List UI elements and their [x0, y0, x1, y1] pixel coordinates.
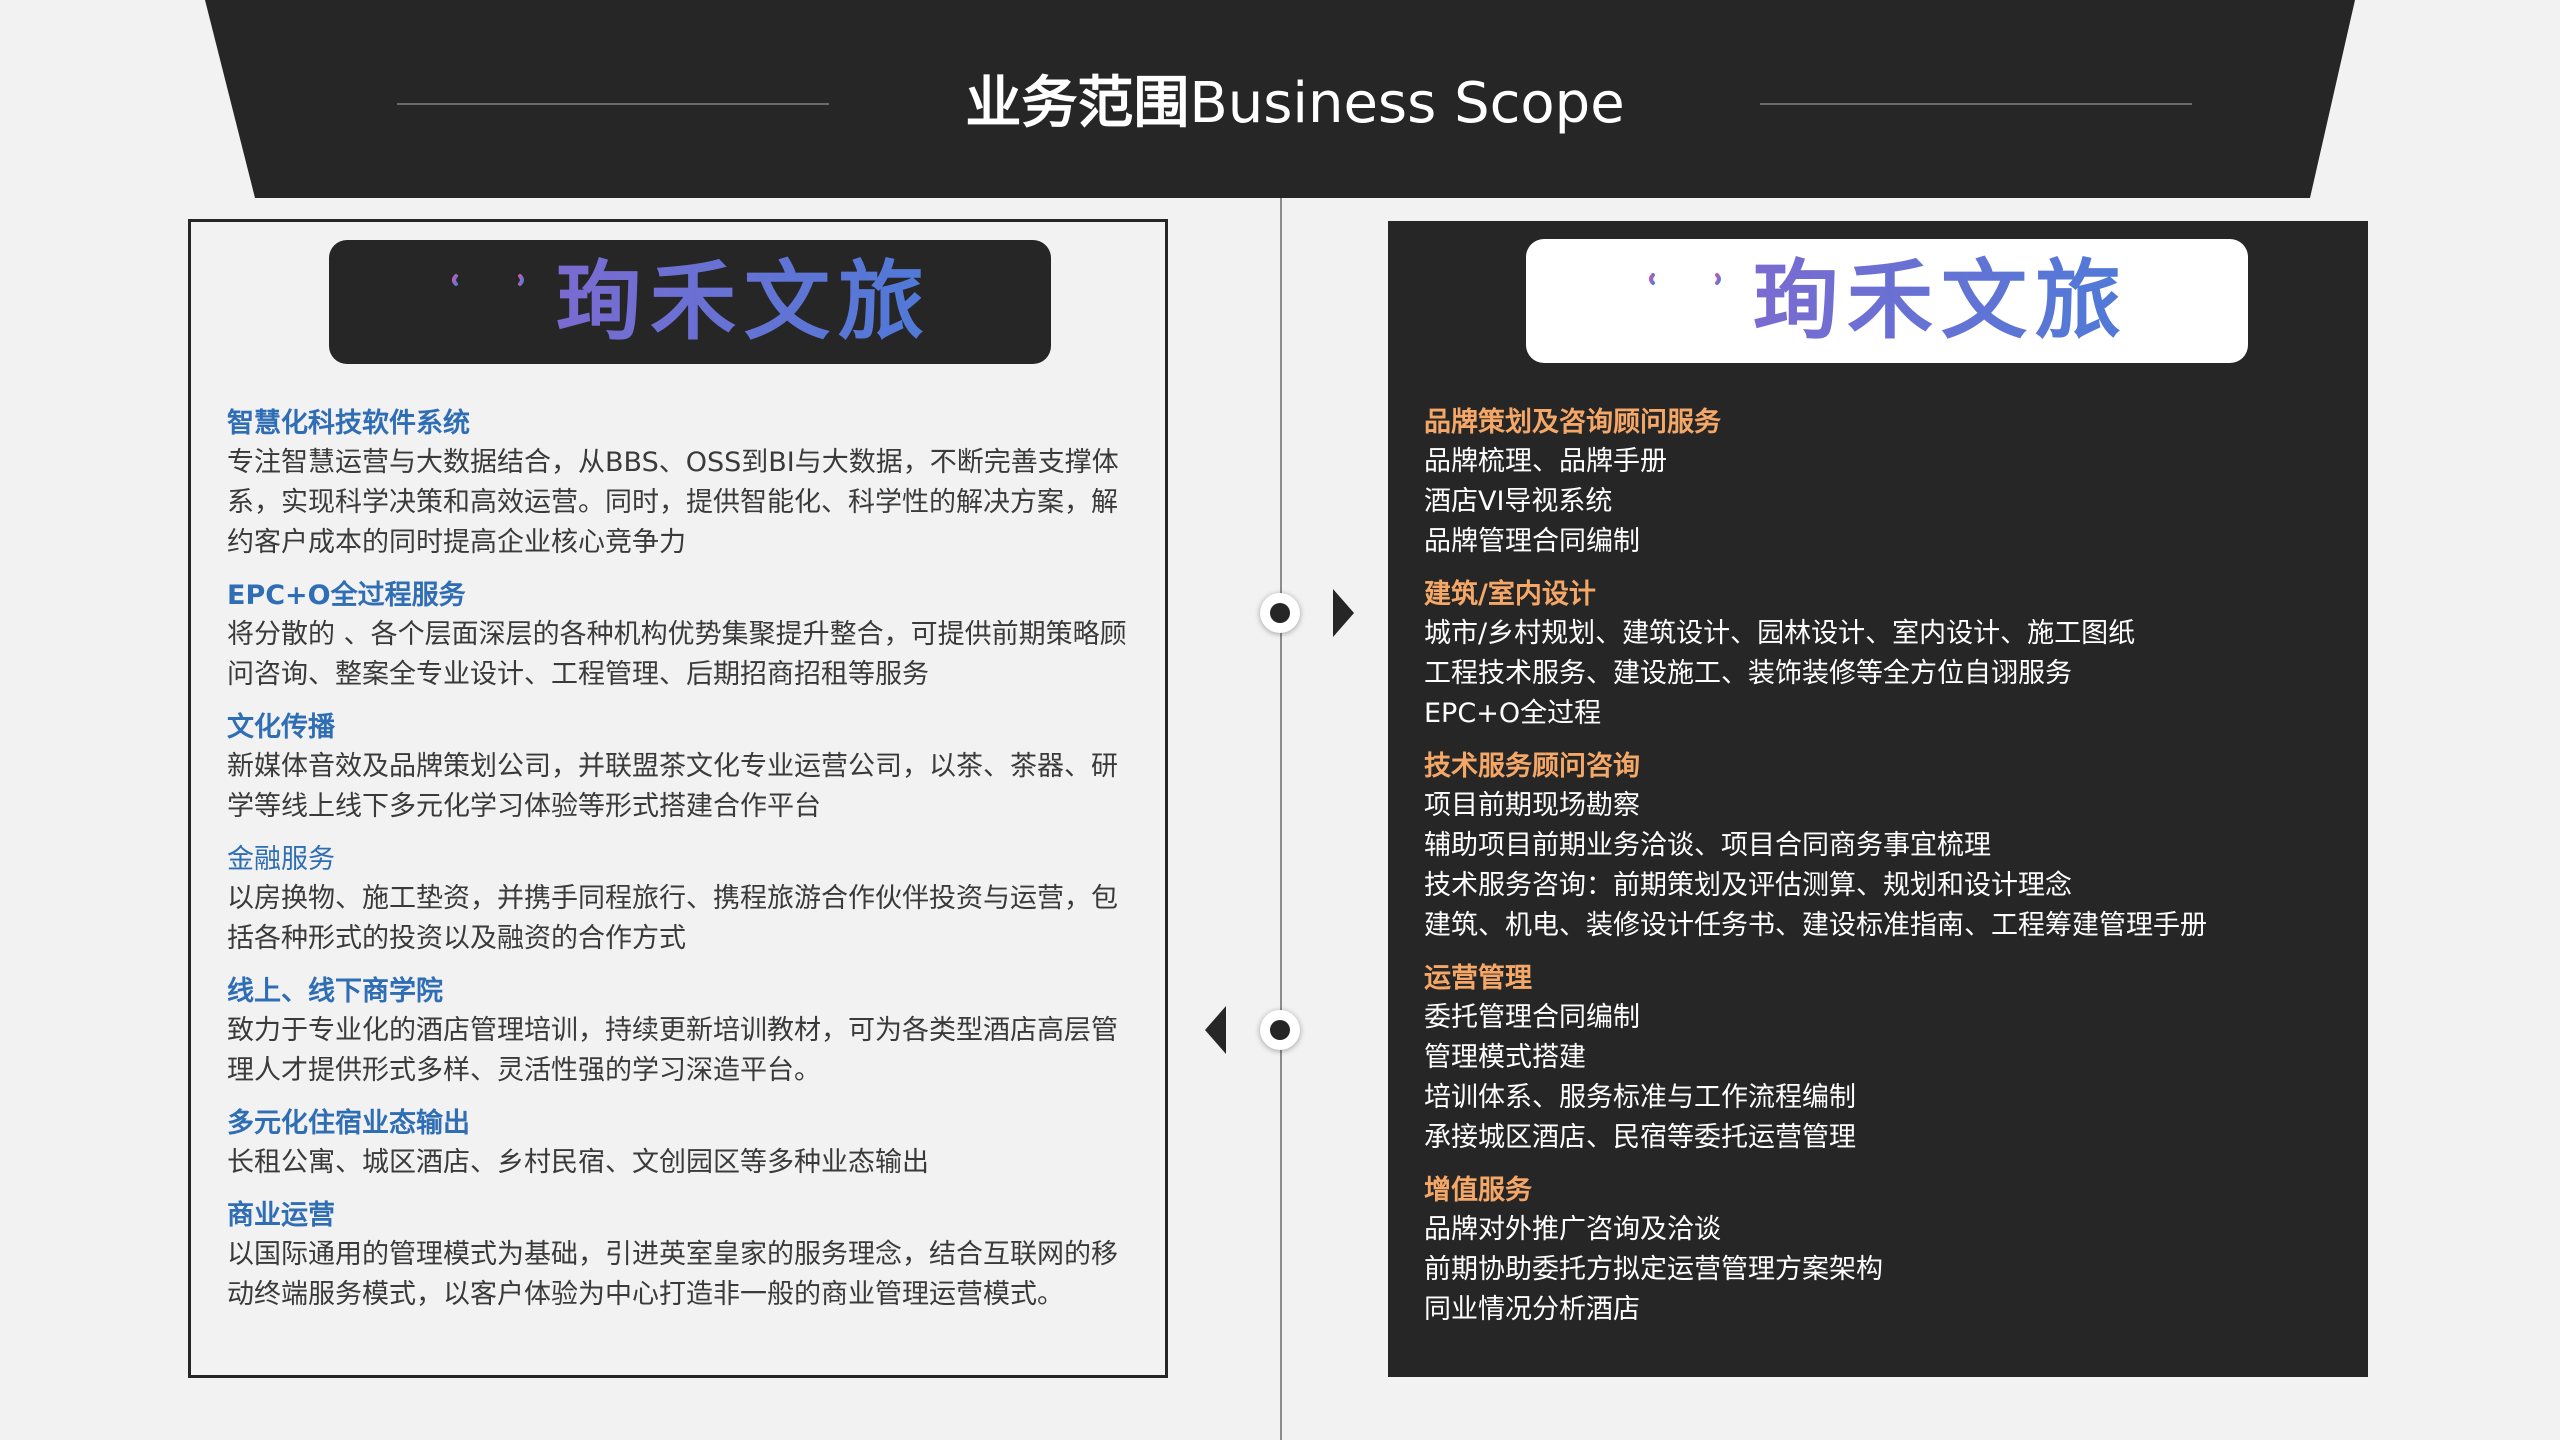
right-section: 建筑/室内设计 城市/乡村规划、建筑设计、园林设计、室内设计、施工图纸 工程技术…	[1424, 576, 2324, 734]
section-body: 以房换物、施工垫资，并携手同程旅行、携程旅游合作伙伴投资与运营，包括各种形式的投…	[227, 883, 1118, 954]
section-title: 商业运营	[227, 1200, 335, 1231]
section-title: 技术服务顾问咨询	[1424, 751, 1640, 782]
section-line: 前期协助委托方拟定运营管理方案架构	[1424, 1254, 1883, 1285]
section-line: 委托管理合同编制	[1424, 1002, 1640, 1033]
left-section: 智慧化科技软件系统 专注智慧运营与大数据结合，从BBS、OSS到BI与大数据，不…	[227, 405, 1127, 563]
arrow-right-icon	[1333, 589, 1354, 637]
section-line: 工程技术服务、建设施工、装饰装修等全方位自诩服务	[1424, 658, 2072, 689]
section-body: 项目前期现场勘察 辅助项目前期业务洽谈、项目合同商务事宜梳理 技术服务咨询：前期…	[1424, 786, 2324, 946]
section-line: 酒店VI导视系统	[1424, 486, 1613, 517]
right-panel: 珣禾文旅 品牌策划及咨询顾问服务 品牌梳理、品牌手册 酒店VI导视系统 品牌管理…	[1388, 221, 2368, 1377]
section-body: 长租公寓、城区酒店、乡村民宿、文创园区等多种业态输出	[227, 1147, 929, 1178]
section-line: 品牌管理合同编制	[1424, 526, 1640, 557]
left-section: 金融服务 以房换物、施工垫资，并携手同程旅行、携程旅游合作伙伴投资与运营，包括各…	[227, 841, 1127, 959]
arrow-left-icon	[1205, 1006, 1226, 1054]
section-body: 品牌梳理、品牌手册 酒店VI导视系统 品牌管理合同编制	[1424, 442, 2324, 562]
section-body: 品牌对外推广咨询及洽谈 前期协助委托方拟定运营管理方案架构 同业情况分析酒店	[1424, 1210, 2324, 1330]
left-panel: 珣禾文旅 智慧化科技软件系统 专注智慧运营与大数据结合，从BBS、OSS到BI与…	[188, 219, 1168, 1378]
right-section: 增值服务 品牌对外推广咨询及洽谈 前期协助委托方拟定运营管理方案架构 同业情况分…	[1424, 1172, 2324, 1330]
section-title: 文化传播	[227, 712, 335, 743]
section-title: 增值服务	[1424, 1175, 1532, 1206]
right-section: 技术服务顾问咨询 项目前期现场勘察 辅助项目前期业务洽谈、项目合同商务事宜梳理 …	[1424, 748, 2324, 946]
right-section: 品牌策划及咨询顾问服务 品牌梳理、品牌手册 酒店VI导视系统 品牌管理合同编制	[1424, 404, 2324, 562]
section-line: EPC+O全过程	[1424, 698, 1602, 729]
section-body: 专注智慧运营与大数据结合，从BBS、OSS到BI与大数据，不断完善支撑体系，实现…	[227, 447, 1119, 558]
section-line: 管理模式搭建	[1424, 1042, 1586, 1073]
section-line: 品牌梳理、品牌手册	[1424, 446, 1667, 477]
page-title-zh: 业务范围	[965, 71, 1190, 136]
section-title: 线上、线下商学院	[227, 976, 443, 1007]
page-title-en: Business Scope	[1189, 71, 1625, 136]
left-section: 线上、线下商学院 致力于专业化的酒店管理培训，持续更新培训教材，可为各类型酒店高…	[227, 973, 1127, 1091]
section-body: 新媒体音效及品牌策划公司，并联盟茶文化专业运营公司，以茶、茶器、研学等线上线下多…	[227, 751, 1118, 822]
section-body: 委托管理合同编制 管理模式搭建 培训体系、服务标准与工作流程编制 承接城区酒店、…	[1424, 998, 2324, 1158]
left-section: 商业运营 以国际通用的管理模式为基础，引进英室皇家的服务理念，结合互联网的移动终…	[227, 1197, 1127, 1315]
page-title: 业务范围Business Scope	[860, 62, 1730, 146]
section-title: 多元化住宿业态输出	[227, 1108, 470, 1139]
pillar-logo-icon	[1649, 273, 1721, 331]
section-line: 辅助项目前期业务洽谈、项目合同商务事宜梳理	[1424, 830, 1991, 861]
section-body: 致力于专业化的酒店管理培训，持续更新培训教材，可为各类型酒店高层管理人才提供形式…	[227, 1015, 1118, 1086]
section-title: 运营管理	[1424, 963, 1532, 994]
section-body: 城市/乡村规划、建筑设计、园林设计、室内设计、施工图纸 工程技术服务、建设施工、…	[1424, 614, 2324, 734]
section-title: EPC+O全过程服务	[227, 580, 466, 611]
section-line: 同业情况分析酒店	[1424, 1294, 1640, 1325]
section-title: 品牌策划及咨询顾问服务	[1424, 407, 1721, 438]
right-content: 品牌策划及咨询顾问服务 品牌梳理、品牌手册 酒店VI导视系统 品牌管理合同编制 …	[1424, 404, 2324, 1344]
section-title: 建筑/室内设计	[1424, 579, 1596, 610]
left-section: 多元化住宿业态输出 长租公寓、城区酒店、乡村民宿、文创园区等多种业态输出	[227, 1105, 1127, 1183]
section-line: 建筑、机电、装修设计任务书、建设标准指南、工程筹建管理手册	[1424, 910, 2207, 941]
left-section: 文化传播 新媒体音效及品牌策划公司，并联盟茶文化专业运营公司，以茶、茶器、研学等…	[227, 709, 1127, 827]
right-section: 运营管理 委托管理合同编制 管理模式搭建 培训体系、服务标准与工作流程编制 承接…	[1424, 960, 2324, 1158]
left-section: EPC+O全过程服务 将分散的 、各个层面深层的各种机构优势集聚提升整合，可提供…	[227, 577, 1127, 695]
header-divider-right	[1760, 103, 2192, 105]
brand-logo-text: 珣禾文旅	[556, 252, 932, 352]
section-line: 承接城区酒店、民宿等委托运营管理	[1424, 1122, 1856, 1153]
header-divider-left	[397, 103, 829, 105]
timeline-line	[1280, 198, 1282, 1440]
left-content: 智慧化科技软件系统 专注智慧运营与大数据结合，从BBS、OSS到BI与大数据，不…	[227, 405, 1127, 1329]
section-body: 以国际通用的管理模式为基础，引进英室皇家的服务理念，结合互联网的移动终端服务模式…	[227, 1239, 1118, 1310]
section-title: 金融服务	[227, 844, 335, 875]
section-line: 品牌对外推广咨询及洽谈	[1424, 1214, 1721, 1245]
section-line: 技术服务咨询：前期策划及评估测算、规划和设计理念	[1424, 870, 2072, 901]
pillar-logo-icon	[452, 274, 524, 332]
brand-logo-text: 珣禾文旅	[1753, 251, 2129, 351]
section-line: 项目前期现场勘察	[1424, 790, 1640, 821]
timeline-node-bottom	[1260, 1010, 1300, 1050]
section-line: 培训体系、服务标准与工作流程编制	[1424, 1082, 1856, 1113]
section-title: 智慧化科技软件系统	[227, 408, 470, 439]
section-body: 将分散的 、各个层面深层的各种机构优势集聚提升整合，可提供前期策略顾问咨询、整案…	[227, 619, 1127, 690]
right-logo-box: 珣禾文旅	[1526, 239, 2248, 363]
timeline-node-top	[1260, 593, 1300, 633]
section-line: 城市/乡村规划、建筑设计、园林设计、室内设计、施工图纸	[1424, 618, 2136, 649]
left-logo-box: 珣禾文旅	[329, 240, 1051, 364]
